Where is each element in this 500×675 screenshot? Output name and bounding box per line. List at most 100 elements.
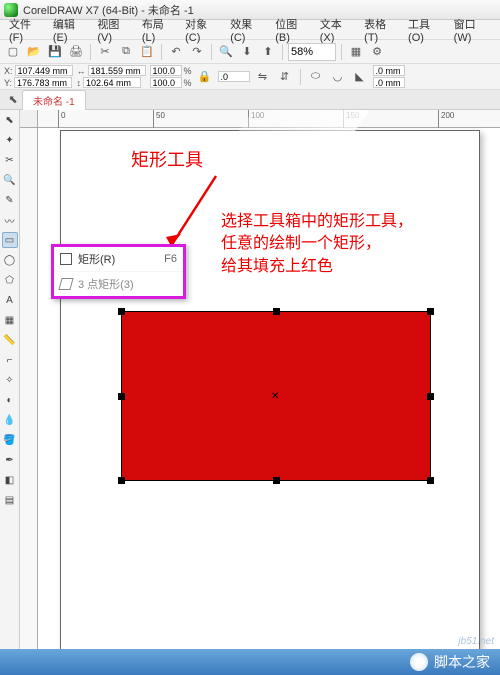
resize-handle[interactable] [118,477,125,484]
undo-icon[interactable]: ↶ [167,43,185,61]
search-icon[interactable]: 🔍 [217,43,235,61]
menu-file[interactable]: 文件(F) [4,16,48,44]
width-input[interactable]: 181.559 mm [88,65,146,76]
resize-handle[interactable] [427,393,434,400]
fill-tool-icon[interactable]: 🪣 [2,432,18,448]
ellipse-tool-icon[interactable]: ◯ [2,252,18,268]
save-icon[interactable]: 💾 [46,43,64,61]
separator [341,44,342,60]
mesh-fill-icon[interactable]: ▤ [2,492,18,508]
rotation-input[interactable]: .0 [218,71,250,82]
smart-fill-icon[interactable]: ◧ [2,472,18,488]
menu-window[interactable]: 窗口(W) [449,16,496,44]
transparency-tool-icon[interactable]: ◐ [2,392,18,408]
ruler-tick: 0 [58,110,65,128]
annotation-line: 任意的绘制一个矩形， [221,233,413,255]
text-tool-icon[interactable]: A [2,292,18,308]
toolbox: ⬉ ✦ ✂ 🔍 ✎ 〰 ▭ ◯ ⬠ A ▦ 📏 ⌐ ✧ ◐ 💧 🪣 ✒ ◧ ▤ … [0,110,20,675]
export-icon[interactable]: ⬆ [259,43,277,61]
annotation-title: 矩形工具 [131,146,203,172]
corner-tl-input[interactable]: .0 mm [373,65,405,76]
cut-icon[interactable]: ✂ [96,43,114,61]
resize-handle[interactable] [427,308,434,315]
table-tool-icon[interactable]: ▦ [2,312,18,328]
corner-chamfer-icon[interactable]: ◣ [351,68,369,86]
scale-y-input[interactable]: 100.0 [150,77,182,88]
open-icon[interactable]: 📂 [25,43,43,61]
rectangle-tool-icon[interactable]: ▭ [2,232,18,248]
flyout-label: 3 点矩形(3) [78,276,134,292]
property-bar: X:107.449 mm Y:176.783 mm ↔181.559 mm ↕1… [0,64,500,90]
separator [300,69,301,85]
corner-scallop-icon[interactable]: ◡ [329,68,347,86]
pick-tool-icon[interactable]: ⬉ [2,112,18,128]
footer-text: 脚本之家 [434,652,490,672]
selected-rectangle[interactable]: ✕ [121,311,431,481]
canvas-area[interactable]: 0 50 100 150 200 矩形工具 选择工具箱中的矩形工具， 任意的绘制… [20,110,500,675]
menu-layout[interactable]: 布局(L) [137,16,180,44]
menu-object[interactable]: 对象(C) [180,16,225,44]
new-icon[interactable]: ▢ [4,43,22,61]
zoom-select[interactable] [288,43,336,61]
artistic-tool-icon[interactable]: 〰 [2,212,18,228]
paste-icon[interactable]: 📋 [138,43,156,61]
menu-tools[interactable]: 工具(O) [403,16,449,44]
zoom-tool-icon[interactable]: 🔍 [2,172,18,188]
shape-tool-icon[interactable]: ✦ [2,132,18,148]
lock-ratio-icon[interactable]: 🔒 [196,68,214,86]
copy-icon[interactable]: ⧉ [117,43,135,61]
width-icon: ↔ [77,66,86,76]
document-tab[interactable]: 未命名 -1 [22,90,86,110]
ruler-tick: 50 [153,110,165,128]
watermark-text: jb51.net [458,636,494,647]
separator [90,44,91,60]
flyout-3point-rectangle[interactable]: 3 点矩形(3) [54,271,183,296]
redo-icon[interactable]: ↷ [188,43,206,61]
scale-x-input[interactable]: 100.0 [150,65,182,76]
rectangle-flyout: 矩形(R) F6 3 点矩形(3) [51,244,186,299]
separator [282,44,283,60]
menu-table[interactable]: 表格(T) [359,16,403,44]
print-icon[interactable]: 🖨 [67,43,85,61]
freehand-tool-icon[interactable]: ✎ [2,192,18,208]
standard-toolbar: ▢ 📂 💾 🖨 ✂ ⧉ 📋 ↶ ↷ 🔍 ⬇ ⬆ ▦ ⚙ [0,40,500,64]
corner-bl-input[interactable]: .0 mm [373,77,405,88]
resize-handle[interactable] [273,477,280,484]
resize-handle[interactable] [118,393,125,400]
workspace: ⬉ ✦ ✂ 🔍 ✎ 〰 ▭ ◯ ⬠ A ▦ 📏 ⌐ ✧ ◐ 💧 🪣 ✒ ◧ ▤ … [0,110,500,675]
polygon-tool-icon[interactable]: ⬠ [2,272,18,288]
x-input[interactable]: 107.449 mm [15,65,73,76]
height-input[interactable]: 102.64 mm [83,77,141,88]
app-logo-icon [4,3,18,17]
eyedropper-tool-icon[interactable]: 💧 [2,412,18,428]
effects-tool-icon[interactable]: ✧ [2,372,18,388]
resize-handle[interactable] [118,308,125,315]
resize-handle[interactable] [273,308,280,315]
center-marker-icon: ✕ [271,391,279,402]
menu-effects[interactable]: 效果(C) [225,16,270,44]
y-input[interactable]: 176.783 mm [14,77,72,88]
resize-handle[interactable] [427,477,434,484]
menu-edit[interactable]: 编辑(E) [48,16,92,44]
menu-bitmap[interactable]: 位图(B) [270,16,314,44]
annotation-line: 选择工具箱中的矩形工具， [221,211,413,233]
cursor-icon: ⬉ [4,91,22,109]
dimension-tool-icon[interactable]: 📏 [2,332,18,348]
flyout-shortcut: F6 [164,253,177,265]
outline-tool-icon[interactable]: ✒ [2,452,18,468]
annotation-body: 选择工具箱中的矩形工具， 任意的绘制一个矩形， 给其填充上红色 [221,211,413,278]
page[interactable]: 矩形工具 选择工具箱中的矩形工具， 任意的绘制一个矩形， 给其填充上红色 矩形(… [60,130,480,675]
mirror-v-icon[interactable]: ⇵ [276,68,294,86]
corner-round-icon[interactable]: ⬭ [307,68,325,86]
snap-icon[interactable]: ▦ [347,43,365,61]
crop-tool-icon[interactable]: ✂ [2,152,18,168]
menu-text[interactable]: 文本(X) [315,16,359,44]
import-icon[interactable]: ⬇ [238,43,256,61]
footer-logo-icon [410,653,428,671]
options-icon[interactable]: ⚙ [368,43,386,61]
menu-view[interactable]: 视图(V) [92,16,136,44]
connector-tool-icon[interactable]: ⌐ [2,352,18,368]
mirror-h-icon[interactable]: ⇋ [254,68,272,86]
flyout-rectangle[interactable]: 矩形(R) F6 [54,247,183,271]
ruler-vertical [20,128,38,675]
